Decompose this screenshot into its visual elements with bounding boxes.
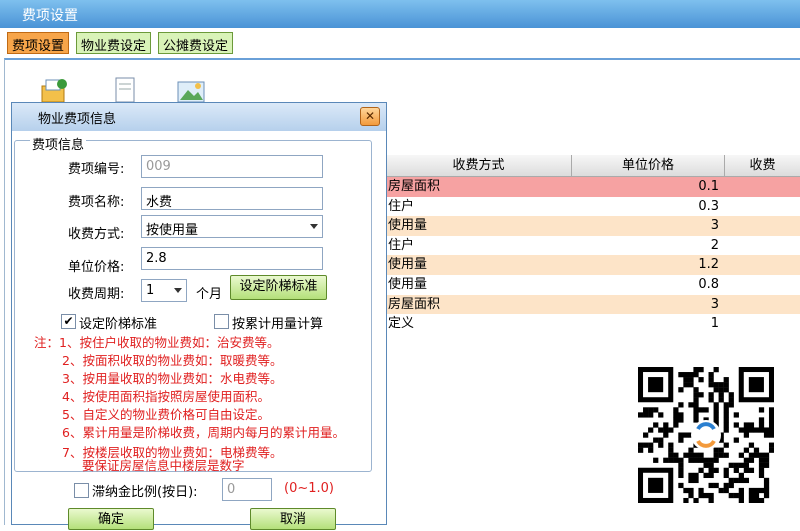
cell-price: 3 — [710, 296, 719, 312]
dialog-titlebar: 物业费项信息 ✕ — [12, 103, 386, 131]
cell-fee — [725, 255, 800, 275]
cancel-button[interactable]: 取消 — [250, 508, 336, 530]
grid-body: 房屋面积 0.1 住户 0.3 使用量 3 住户 2 使用量 1.2 使用量 0.8 房屋面积 3 定义 1 — [386, 177, 800, 334]
cell-price: 3 — [710, 218, 719, 234]
table-row[interactable]: 房屋面积 0.1 — [386, 177, 800, 197]
grid-header: 收费方式 单位价格 收费 — [386, 155, 800, 177]
cell-method: 房屋面积 — [388, 179, 441, 194]
table-row[interactable]: 使用量 1.2 — [386, 255, 800, 275]
cell-price: 1.2 — [698, 257, 719, 273]
cell-method: 住户 — [388, 237, 415, 253]
window-titlebar: 费项设置 — [0, 0, 800, 28]
note-line: 注：1、按住户收取的物业费如：治安费等。 — [34, 335, 280, 350]
table-row[interactable]: 使用量 0.8 — [386, 274, 800, 295]
cell-price: 0.8 — [698, 276, 719, 292]
dialog-title: 物业费项信息 — [38, 112, 117, 127]
cell-fee — [725, 275, 800, 295]
cell-method: 住户 — [388, 198, 415, 214]
note-line: 要保证房屋信息中楼层是数字 — [82, 458, 245, 473]
image-icon[interactable] — [175, 76, 207, 104]
fee-grid: 收费方式 单位价格 收费 房屋面积 0.1 住户 0.3 使用量 3 住户 2 使用量 1.2 使用… — [386, 155, 800, 334]
cumulative-checkbox[interactable] — [214, 314, 229, 329]
chevron-down-icon — [174, 288, 182, 293]
late-fee-label: 滞纳金比例(按日): — [92, 485, 198, 500]
name-label: 费项名称: — [68, 195, 125, 210]
cycle-unit: 个月 — [196, 287, 223, 302]
note-line: 4、按使用面积指按照房屋使用面积。 — [62, 389, 270, 404]
name-field[interactable]: 水费 — [141, 187, 323, 210]
method-label: 收费方式: — [68, 227, 125, 242]
cycle-label: 收费周期: — [68, 287, 125, 302]
cell-method: 使用量 — [388, 257, 428, 273]
cell-price: 2 — [710, 237, 719, 253]
set-ladder-button[interactable]: 设定阶梯标准 — [230, 275, 327, 300]
table-row[interactable]: 定义 1 — [386, 314, 800, 334]
table-row[interactable]: 房屋面积 3 — [386, 294, 800, 315]
qr-code-image — [638, 367, 774, 503]
tab-fee-settings[interactable]: 费项设置 — [7, 32, 70, 54]
note-line: 5、自定义的物业费价格可自由设定。 — [62, 407, 270, 422]
cell-fee — [725, 216, 800, 236]
window-title: 费项设置 — [22, 8, 78, 24]
price-field[interactable]: 2.8 — [141, 247, 323, 270]
cell-fee — [725, 314, 800, 334]
add-icon[interactable] — [38, 76, 70, 104]
cell-method: 定义 — [388, 316, 415, 332]
tab-bar: 费项设置 物业费设定 公摊费设定 — [0, 28, 800, 58]
cell-fee — [725, 236, 800, 256]
cell-price: 0.3 — [698, 198, 719, 214]
cell-method: 使用量 — [388, 218, 428, 234]
method-select[interactable]: 按使用量 — [141, 215, 323, 238]
cell-price: 0.1 — [698, 179, 719, 194]
cell-method: 房屋面积 — [388, 296, 441, 312]
table-row[interactable]: 使用量 3 — [386, 216, 800, 236]
cell-fee — [725, 295, 800, 315]
tab-property-fee[interactable]: 物业费设定 — [76, 32, 152, 54]
late-fee-checkbox[interactable] — [74, 483, 89, 498]
column-header-price[interactable]: 单位价格 — [572, 155, 725, 176]
note-line: 2、按面积收取的物业费如：取暖费等。 — [62, 353, 283, 368]
column-header-method[interactable]: 收费方式 — [386, 155, 572, 176]
column-header-fee[interactable]: 收费 — [725, 155, 800, 176]
cell-price: 1 — [710, 316, 719, 332]
late-fee-range: (0~1.0) — [284, 481, 334, 496]
method-select-value: 按使用量 — [146, 223, 199, 238]
cycle-select-value: 1 — [146, 283, 155, 298]
table-row[interactable]: 住户 2 — [386, 235, 800, 256]
code-label: 费项编号: — [68, 162, 125, 177]
notes-block: 注：1、按住户收取的物业费如：治安费等。 2、按面积收取的物业费如：取暖费等。 … — [34, 334, 345, 472]
cell-fee — [725, 177, 800, 197]
ladder-checkbox[interactable]: ✔ — [61, 314, 76, 329]
code-field[interactable]: 009 — [141, 155, 323, 178]
document-icon[interactable] — [108, 76, 140, 104]
table-row[interactable]: 住户 0.3 — [386, 196, 800, 217]
price-label: 单位价格: — [68, 260, 125, 275]
ok-button[interactable]: 确定 — [68, 508, 154, 530]
cumulative-checkbox-label: 按累计用量计算 — [232, 317, 324, 332]
cell-method: 使用量 — [388, 276, 428, 292]
ladder-checkbox-label: 设定阶梯标准 — [79, 317, 158, 332]
note-line: 3、按用量收取的物业费如：水电费等。 — [62, 371, 283, 386]
late-fee-input[interactable]: 0 — [222, 478, 272, 501]
cycle-select[interactable]: 1 — [141, 279, 187, 302]
close-icon[interactable]: ✕ — [360, 107, 380, 126]
group-label: 费项信息 — [30, 134, 87, 153]
chevron-down-icon — [310, 224, 318, 229]
tab-shared-fee[interactable]: 公摊费设定 — [158, 32, 234, 54]
cell-fee — [725, 197, 800, 217]
note-line: 6、累计用量是阶梯收费，周期内每月的累计用量。 — [62, 425, 345, 440]
